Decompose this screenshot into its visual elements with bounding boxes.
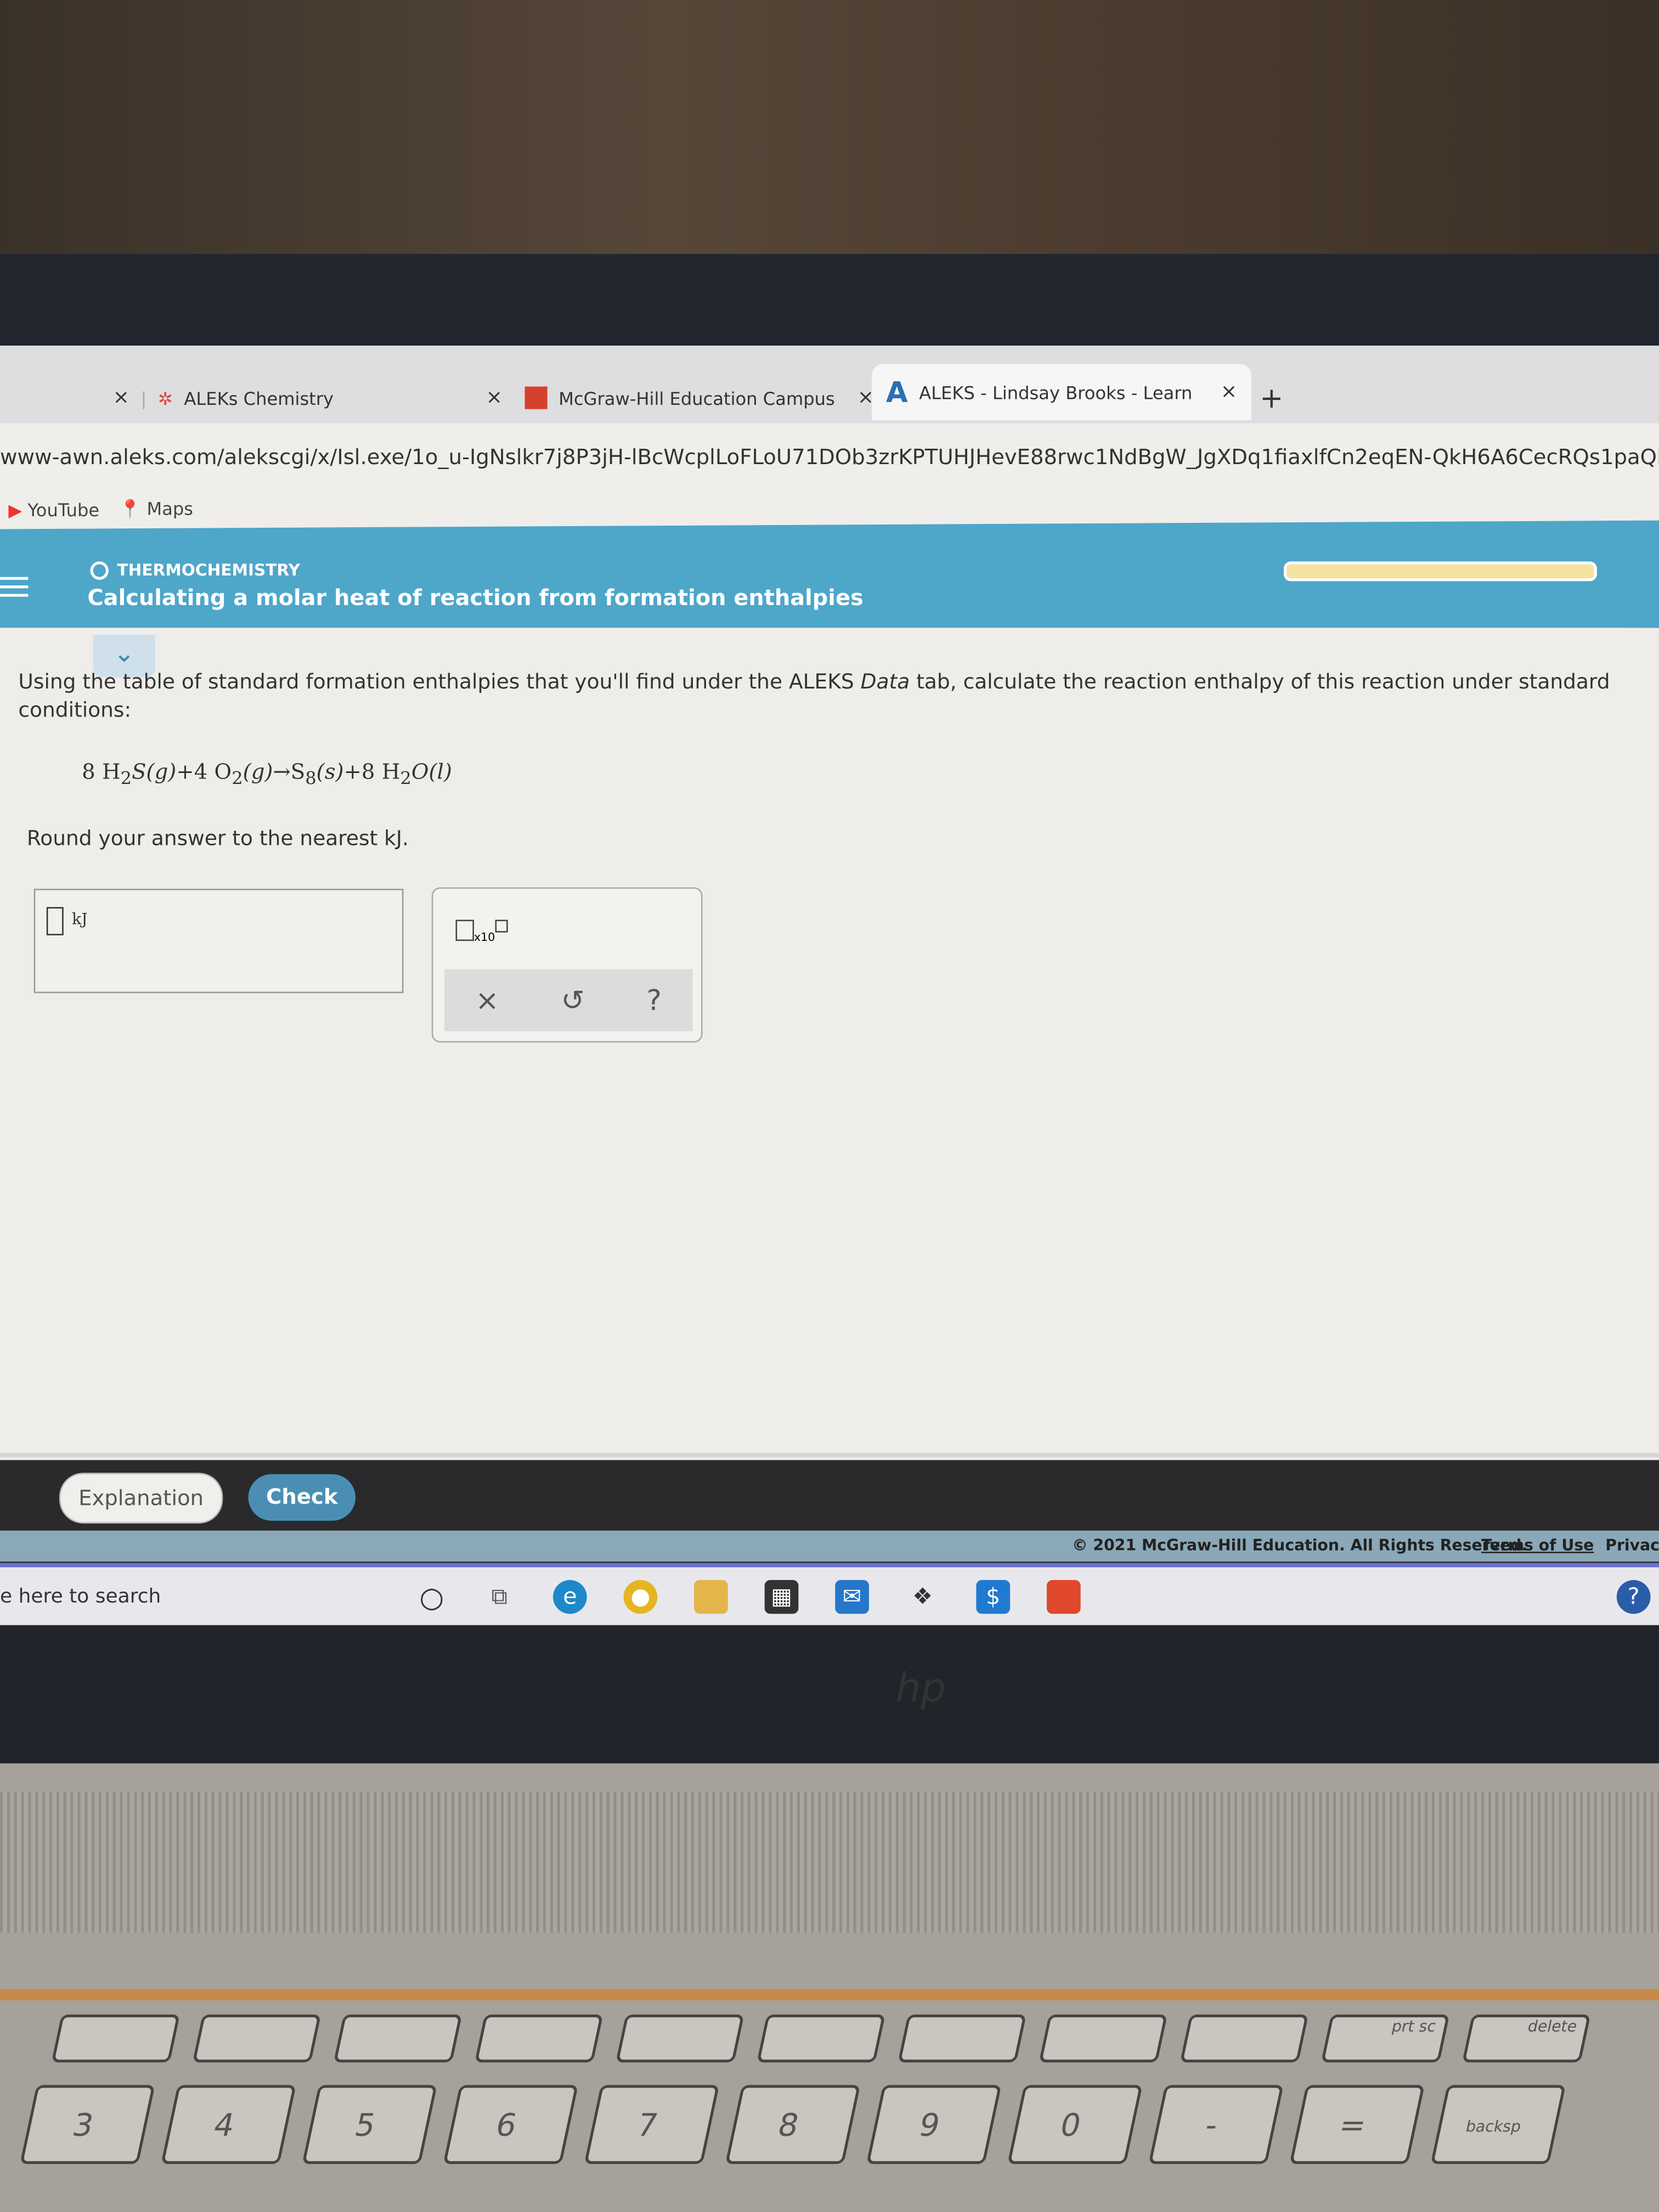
page-title: Calculating a molar heat of reaction fro… [87, 585, 864, 611]
bookmark-youtube[interactable]: ▶ YouTube [8, 499, 99, 520]
key-3[interactable]: 3 [20, 2085, 155, 2164]
help-tray-icon[interactable]: ? [1616, 1579, 1651, 1614]
terms-link[interactable]: Terms of Use [1481, 1536, 1594, 1554]
tab-mcgraw-hill[interactable]: McGraw-Hill Education Campus × [524, 370, 874, 426]
math-tools-panel: x10 × ↺ ? [431, 887, 703, 1043]
laptop-bezel [0, 1625, 1659, 1767]
address-bar[interactable]: www-awn.aleks.com/alekscgi/x/Isl.exe/1o_… [0, 423, 1659, 491]
taskbar-search[interactable]: e here to search [0, 1585, 161, 1608]
key-minus[interactable]: - [1148, 2085, 1284, 2164]
function-key-row: prt sc delete [51, 2014, 1591, 2063]
key[interactable] [1039, 2014, 1168, 2063]
copyright: © 2021 McGraw-Hill Education. All Rights… [1072, 1536, 1528, 1555]
explanation-button[interactable]: Explanation [59, 1472, 223, 1524]
taskbar [0, 1563, 1659, 1631]
chrome-icon[interactable]: ● [623, 1579, 658, 1614]
key[interactable] [51, 2014, 180, 2063]
circle-icon [90, 561, 109, 579]
key-delete[interactable]: delete [1462, 2014, 1591, 2063]
key[interactable] [192, 2014, 321, 2063]
key-8[interactable]: 8 [725, 2085, 861, 2164]
key[interactable] [898, 2014, 1026, 2063]
undo-button[interactable]: ↺ [561, 983, 585, 1017]
check-button[interactable]: Check [248, 1474, 356, 1521]
hp-logo: hp [895, 1664, 946, 1712]
clear-button[interactable]: × [475, 983, 499, 1017]
key[interactable] [333, 2014, 462, 2063]
key-prtsc[interactable]: prt sc [1321, 2014, 1450, 2063]
answer-input[interactable]: kJ [33, 888, 404, 994]
file-explorer-icon[interactable] [694, 1579, 728, 1614]
key[interactable] [757, 2014, 885, 2063]
footer-bar: © 2021 McGraw-Hill Education. All Rights… [0, 1530, 1659, 1562]
privacy-link[interactable]: Privac [1605, 1536, 1659, 1554]
key[interactable] [1180, 2014, 1309, 2063]
close-tab-icon[interactable]: × [113, 387, 129, 409]
key[interactable] [616, 2014, 744, 2063]
key-4[interactable]: 4 [161, 2085, 296, 2164]
tab-aleks-learn[interactable]: A ALEKS - Lindsay Brooks - Learn × [872, 364, 1251, 421]
key-equals[interactable]: = [1289, 2085, 1425, 2164]
tab-label: McGraw-Hill Education Campus [558, 387, 835, 409]
box-icon [455, 919, 474, 941]
bookmark-maps[interactable]: 📍 Maps [119, 498, 193, 521]
key-9[interactable]: 9 [866, 2085, 1002, 2164]
x10-button[interactable]: x10 [455, 919, 508, 947]
help-button[interactable]: ? [647, 983, 662, 1017]
key-0[interactable]: 0 [1007, 2085, 1143, 2164]
dropbox-icon[interactable]: ❖ [906, 1580, 940, 1614]
youtube-icon: ▶ [8, 498, 22, 520]
mcgraw-hill-icon [524, 386, 548, 409]
task-view-icon[interactable]: ⧉ [482, 1580, 516, 1614]
question-area [0, 628, 1659, 1460]
keyboard-trim [0, 1989, 1659, 2001]
tab-aleks-chemistry[interactable]: × | ✲ ALEKs Chemistry × [113, 370, 503, 426]
menu-icon[interactable] [0, 571, 29, 602]
close-tab-icon[interactable]: × [1221, 381, 1237, 403]
rounding-instruction: Round your answer to the nearest kJ. [26, 826, 409, 851]
answer-unit: kJ [72, 910, 88, 928]
key-7[interactable]: 7 [584, 2085, 720, 2164]
aleks-chemistry-icon: ✲ [157, 387, 173, 409]
background-wall [0, 0, 1659, 268]
tab-label: ALEKS - Lindsay Brooks - Learn [919, 381, 1193, 403]
tab-label: ALEKs Chemistry [184, 387, 334, 409]
mail-icon[interactable]: ✉ [835, 1579, 869, 1614]
progress-bar [1283, 561, 1597, 582]
edge-icon[interactable]: e [552, 1579, 587, 1614]
number-key-row: 3 4 5 6 7 8 9 0- = backsp [20, 2085, 1566, 2164]
key-backspace[interactable]: backsp [1430, 2085, 1566, 2164]
store-icon[interactable]: ▦ [764, 1579, 799, 1614]
close-tab-icon[interactable]: × [486, 387, 503, 409]
speaker-grille [0, 1791, 1659, 1933]
app-icon[interactable]: $ [976, 1579, 1011, 1614]
maps-icon: 📍 [119, 498, 142, 520]
key-5[interactable]: 5 [302, 2085, 438, 2164]
question-text: Using the table of standard formation en… [18, 670, 1610, 723]
tools-toolbar: × ↺ ? [444, 969, 693, 1031]
cortana-icon[interactable]: ○ [415, 1580, 449, 1614]
screen-bezel [0, 253, 1659, 353]
topic-label: THERMOCHEMISTRY [90, 560, 300, 580]
key-6[interactable]: 6 [443, 2085, 579, 2164]
exponent-box-icon [495, 919, 508, 933]
new-tab-button[interactable]: + [1260, 370, 1283, 426]
divider [0, 1453, 1659, 1458]
aleks-a-icon: A [885, 375, 908, 409]
office-icon[interactable] [1046, 1579, 1081, 1614]
key[interactable] [474, 2014, 603, 2063]
answer-cursor-box[interactable] [46, 907, 64, 935]
reaction-equation: 8 H2S(g)+4 O2(g)→S8(s)+8 H2O(l) [82, 759, 452, 789]
